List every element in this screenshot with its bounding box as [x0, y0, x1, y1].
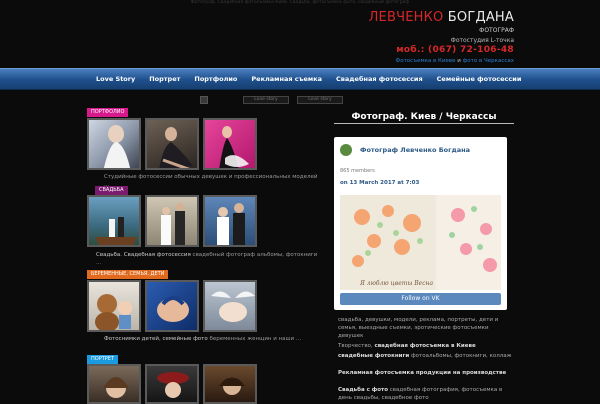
brand-logo[interactable]: ЛЕВЧЕНКО БОГДАНА: [369, 10, 514, 25]
portfolio-caption: Студийные фотосессии обычных девушек и п…: [104, 174, 318, 188]
nav-item-portrait[interactable]: Портрет: [142, 75, 187, 83]
vk-group-avatar: [340, 144, 352, 156]
main-nav: Love Story Портрет Портфолио Рекламная с…: [0, 68, 600, 90]
section-tag-family[interactable]: БЕРЕМЕННЫЕ, СЕМЬЯ, ДЕТИ: [87, 270, 169, 279]
services-line-3-rest: фотоальбомы, фотокниги, коллаж: [410, 353, 512, 359]
vk-follow-button[interactable]: Follow on VK: [340, 293, 501, 305]
wedding-caption-bold: Свадьба. Свадебная фотосессия: [96, 252, 191, 258]
section-tag-portrait[interactable]: ПОРТРЕТ: [87, 355, 118, 364]
title-divider: [334, 123, 514, 124]
portrait-photo-1[interactable]: [87, 364, 141, 404]
section-tag-portfolio[interactable]: ПОРТФОЛИО: [87, 108, 129, 117]
services-text: свадьба, девушки, модели, реклама, портр…: [338, 317, 499, 339]
widget-love-story-2[interactable]: Love story: [297, 96, 343, 104]
family-caption-bold: Фотоснимки детей, семейные фото: [104, 336, 208, 342]
wedding-photo-2-art: [161, 203, 185, 245]
header-sublinks: Фотосъемка в Киеве и фото в Черкассах: [396, 58, 515, 64]
vk-widget-header[interactable]: Фотограф Левченко Богдана: [340, 144, 502, 158]
nav-item-portfolio[interactable]: Портфолио: [187, 75, 244, 83]
portrait-photo-3[interactable]: [203, 364, 257, 404]
wedding-photo-2[interactable]: [145, 195, 199, 247]
nav-item-wedding[interactable]: Свадебная фотосессия: [329, 75, 430, 83]
right-column-title: Фотограф. Киев / Черкассы: [351, 112, 497, 122]
family-photo-2-art: [157, 296, 189, 322]
family-caption-text: беременных женщин и наши ...: [209, 336, 302, 342]
wedding-photo-3-art: [217, 203, 245, 245]
section-tag-wedding[interactable]: СВАДЬБА: [95, 186, 128, 195]
link-advertising-photo[interactable]: Рекламная фотосъемка продукции на произв…: [338, 370, 506, 376]
portfolio-photo-2-art: [159, 127, 193, 168]
portfolio-photo-1-art: [103, 125, 131, 168]
services-line-3: свадебные фотокниги фотоальбомы, фотокни…: [338, 352, 514, 360]
nav-item-love-story[interactable]: Love Story: [89, 75, 142, 83]
nav-item-advertising[interactable]: Рекламная съемка: [244, 75, 329, 83]
family-photo-2[interactable]: [145, 280, 199, 332]
portfolio-photo-1[interactable]: [87, 118, 141, 170]
widget-love-story-1[interactable]: Love story: [243, 96, 289, 104]
family-caption: Фотоснимки детей, семейные фото беременн…: [104, 335, 319, 343]
phone-number: моб.: (067) 72-106-48: [396, 45, 514, 55]
link-wedding-photo-kiev[interactable]: свадебная фотосъемка в Киеве: [374, 343, 475, 349]
image-placeholder-icon: [200, 96, 208, 104]
wedding-photo-1-art: [95, 217, 137, 245]
brand-first-name: ЛЕВЧЕНКО: [368, 10, 444, 25]
vk-post-flowers-art: Я люблю цветы Весна: [340, 195, 501, 290]
site-tagline: Фотограф. Свадебная фотосъемка Киев. Сва…: [190, 0, 410, 5]
portrait-photo-2[interactable]: [145, 364, 199, 404]
services-line-2-prefix: Творчество,: [338, 343, 373, 349]
portrait-photo-3-art: [219, 377, 245, 395]
vk-post-caption: Я люблю цветы Весна: [359, 280, 434, 287]
link-photo-kiev[interactable]: Фотосъемка в Киеве: [396, 58, 456, 64]
family-photo-3-art: [211, 291, 255, 322]
link-wedding-with-photo[interactable]: Свадьба с фото: [338, 387, 388, 393]
nav-item-family[interactable]: Семейные фотосессии: [430, 75, 529, 83]
link-photo-cherkassy[interactable]: фото в Черкассах: [463, 58, 514, 64]
vk-group-name[interactable]: Фотограф Левченко Богдана: [360, 146, 470, 154]
vk-post-image[interactable]: Я люблю цветы Весна: [340, 195, 501, 290]
family-photo-3[interactable]: [203, 280, 257, 332]
brand-last-name: БОГДАНА: [447, 10, 514, 25]
services-line-2: Творчество, свадебная фотосъемка в Киеве: [338, 342, 514, 350]
link-wedding-photobooks[interactable]: свадебные фотокниги: [338, 353, 409, 359]
wedding-photo-1[interactable]: [87, 195, 141, 247]
sublinks-and: и: [457, 58, 461, 64]
portfolio-photo-3-art: [219, 126, 249, 168]
wedding-photo-3[interactable]: [203, 195, 257, 247]
services-line-4: Рекламная фотосъемка продукции на произв…: [338, 369, 514, 377]
family-photo-1-art: [95, 294, 132, 330]
studio-name: Фотостудия L-точка: [450, 37, 514, 44]
portfolio-photo-2[interactable]: [145, 118, 199, 170]
portfolio-photo-3[interactable]: [203, 118, 257, 170]
brand-title: ФОТОГРАФ: [479, 27, 514, 34]
family-photo-1[interactable]: [87, 280, 141, 332]
portrait-photo-1-art: [103, 377, 129, 398]
vk-members-count: 865 members: [340, 168, 375, 174]
portrait-photo-2-art: [157, 372, 189, 398]
vk-widget: Фотограф Левченко Богдана 865 members on…: [334, 137, 507, 310]
wedding-caption: Свадьба. Свадебная фотосессия свадебный …: [96, 251, 319, 267]
vk-post-date[interactable]: on 13 March 2017 at 7:03: [340, 180, 419, 186]
